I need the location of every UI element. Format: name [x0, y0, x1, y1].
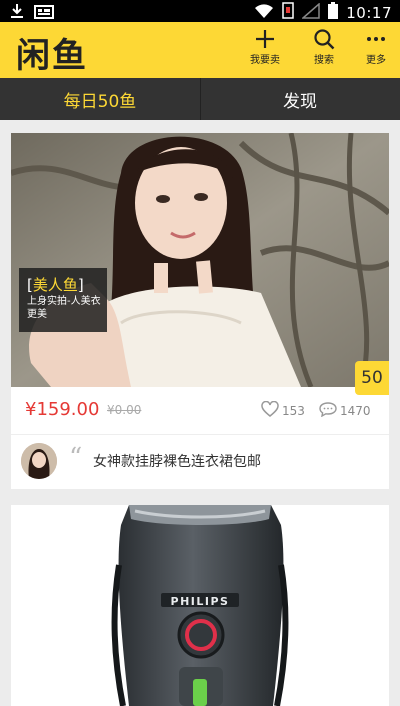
seller-avatar[interactable]: [21, 443, 57, 479]
plus-icon: [242, 28, 288, 50]
product-card[interactable]: PHILIPS: [11, 505, 389, 706]
quote-icon: “: [69, 443, 83, 473]
comment-icon: [319, 401, 337, 420]
more-label: 更多: [366, 55, 386, 66]
search-button[interactable]: 搜索: [301, 28, 347, 66]
tab-daily-50-label: 每日50鱼: [63, 91, 137, 112]
download-icon: [10, 3, 24, 23]
sell-button[interactable]: 我要卖: [242, 28, 288, 66]
product-photo[interactable]: PHILIPS: [11, 505, 389, 706]
description-row: “ 女神款挂脖裸色连衣裙包邮: [11, 435, 389, 489]
battery-icon: [328, 2, 339, 23]
tab-bar: 每日50鱼 发现: [0, 78, 400, 120]
more-button[interactable]: 更多: [353, 28, 399, 66]
tag-title-text: 美人鱼: [32, 276, 78, 294]
brand-label: PHILIPS: [171, 595, 230, 608]
tab-daily-50[interactable]: 每日50鱼: [0, 78, 200, 120]
gallery-icon: [34, 4, 54, 23]
app-logo: 闲鱼: [16, 36, 88, 76]
search-icon: [301, 28, 347, 50]
more-icon: [353, 28, 399, 50]
comment-count: 1470: [340, 403, 371, 418]
status-bar: 10:17: [0, 0, 400, 22]
comment-button[interactable]: 1470: [319, 401, 371, 420]
price-row: ¥159.00 ¥0.00 153 1470: [11, 387, 389, 435]
like-count: 153: [282, 403, 305, 418]
product-photo[interactable]: [美人鱼] 上身实拍-人美衣更美: [11, 133, 389, 387]
wifi-icon: [254, 3, 274, 23]
like-button[interactable]: 153: [261, 400, 305, 420]
tab-discover-label: 发现: [283, 91, 317, 112]
heart-icon: [261, 400, 279, 420]
tab-discover[interactable]: 发现: [200, 78, 400, 120]
product-tag: [美人鱼] 上身实拍-人美衣更美: [19, 268, 107, 332]
tab-divider: [200, 78, 201, 120]
product-card[interactable]: [美人鱼] 上身实拍-人美衣更美 50 ¥159.00 ¥0.00 153 14…: [11, 133, 389, 489]
no-sim-icon: [282, 2, 295, 23]
signal-icon: [301, 1, 321, 23]
product-description: 女神款挂脖裸色连衣裙包邮: [93, 454, 261, 470]
tag-title: [美人鱼]: [27, 276, 84, 294]
app-bar: 闲鱼 我要卖 搜索 更多: [0, 22, 400, 78]
sell-label: 我要卖: [250, 55, 280, 66]
tag-subtitle: 上身实拍-人美衣更美: [27, 296, 101, 320]
product-price: ¥159.00: [25, 399, 100, 420]
original-price: ¥0.00: [107, 403, 142, 417]
status-time: 10:17: [346, 3, 392, 22]
search-label: 搜索: [314, 55, 334, 66]
